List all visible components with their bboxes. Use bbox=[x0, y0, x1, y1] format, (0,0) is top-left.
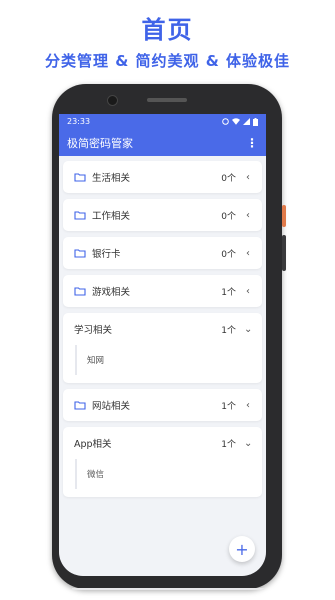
wifi-icon bbox=[232, 118, 240, 125]
category-label: App相关 bbox=[74, 439, 112, 450]
category-row[interactable]: 学习相关 1个 ⌄ bbox=[63, 313, 262, 345]
category-row[interactable]: 游戏相关 1个 ‹ bbox=[63, 275, 262, 307]
chevron-left-icon[interactable]: ‹ bbox=[244, 210, 252, 221]
app-title: 极简密码管家 bbox=[67, 136, 133, 150]
category-card[interactable]: 网站相关 1个 ‹ bbox=[63, 389, 262, 421]
phone-shadow-line bbox=[72, 588, 264, 590]
category-row[interactable]: 银行卡 0个 ‹ bbox=[63, 237, 262, 269]
app-bar: 极简密码管家 ⋮ bbox=[59, 129, 266, 156]
chevron-left-icon[interactable]: ‹ bbox=[244, 400, 252, 411]
category-card[interactable]: 工作相关 0个 ‹ bbox=[63, 199, 262, 231]
entry-item[interactable]: 微信 bbox=[75, 459, 252, 489]
chevron-down-icon[interactable]: ⌄ bbox=[244, 438, 252, 449]
category-count: 0个 bbox=[221, 173, 236, 184]
folder-icon bbox=[74, 401, 86, 410]
category-label: 生活相关 bbox=[92, 173, 131, 184]
category-count: 1个 bbox=[221, 325, 236, 336]
volume-button bbox=[282, 235, 286, 271]
chevron-left-icon[interactable]: ‹ bbox=[244, 286, 252, 297]
category-label: 工作相关 bbox=[92, 211, 131, 222]
alarm-icon bbox=[222, 118, 229, 125]
category-label: 学习相关 bbox=[74, 325, 113, 336]
chevron-down-icon[interactable]: ⌄ bbox=[244, 324, 252, 335]
more-vert-icon[interactable]: ⋮ bbox=[246, 137, 258, 149]
category-count: 0个 bbox=[221, 249, 236, 260]
chevron-left-icon[interactable]: ‹ bbox=[244, 172, 252, 183]
add-button[interactable]: + bbox=[229, 536, 255, 562]
category-label: 游戏相关 bbox=[92, 287, 131, 298]
add-icon: + bbox=[235, 539, 249, 559]
folder-icon bbox=[74, 249, 86, 258]
category-row[interactable]: 工作相关 0个 ‹ bbox=[63, 199, 262, 231]
status-bar: 23:33 bbox=[59, 114, 266, 129]
power-button bbox=[282, 205, 286, 227]
category-card[interactable]: 银行卡 0个 ‹ bbox=[63, 237, 262, 269]
signal-icon bbox=[243, 118, 250, 125]
status-icons bbox=[222, 117, 258, 126]
battery-icon bbox=[253, 117, 258, 126]
category-count: 1个 bbox=[221, 287, 236, 298]
category-label: 网站相关 bbox=[92, 401, 131, 412]
category-count: 1个 bbox=[221, 439, 236, 450]
entry-item[interactable]: 知网 bbox=[75, 345, 252, 375]
hero-subtitle: 分类管理 & 简约美观 & 体验极佳 bbox=[44, 52, 291, 70]
category-count: 1个 bbox=[221, 401, 236, 412]
app-screen: 23:33 极简密码管家 ⋮ 生活相关 0个 ‹ 工作相关 0个 ‹ 银行卡 0… bbox=[59, 114, 266, 576]
category-card[interactable]: 生活相关 0个 ‹ bbox=[63, 161, 262, 193]
folder-icon bbox=[74, 173, 86, 182]
category-card-expanded[interactable]: 学习相关 1个 ⌄ 知网 bbox=[63, 313, 262, 383]
phone-frame: 23:33 极简密码管家 ⋮ 生活相关 0个 ‹ 工作相关 0个 ‹ 银行卡 0… bbox=[52, 84, 282, 589]
category-card[interactable]: 游戏相关 1个 ‹ bbox=[63, 275, 262, 307]
category-row[interactable]: 网站相关 1个 ‹ bbox=[63, 389, 262, 421]
chevron-left-icon[interactable]: ‹ bbox=[244, 248, 252, 259]
category-row[interactable]: App相关 1个 ⌄ bbox=[63, 427, 262, 459]
category-label: 银行卡 bbox=[92, 249, 121, 260]
category-count: 0个 bbox=[221, 211, 236, 222]
category-card-expanded[interactable]: App相关 1个 ⌄ 微信 bbox=[63, 427, 262, 497]
category-row[interactable]: 生活相关 0个 ‹ bbox=[63, 161, 262, 193]
hero-title: 首页 bbox=[141, 16, 194, 44]
folder-icon bbox=[74, 211, 86, 220]
status-time: 23:33 bbox=[67, 117, 91, 126]
folder-icon bbox=[74, 287, 86, 296]
front-camera-icon bbox=[107, 95, 118, 106]
earpiece bbox=[147, 98, 187, 102]
category-list: 生活相关 0个 ‹ 工作相关 0个 ‹ 银行卡 0个 ‹ 游戏相关 1个 ‹ 学… bbox=[59, 156, 266, 497]
